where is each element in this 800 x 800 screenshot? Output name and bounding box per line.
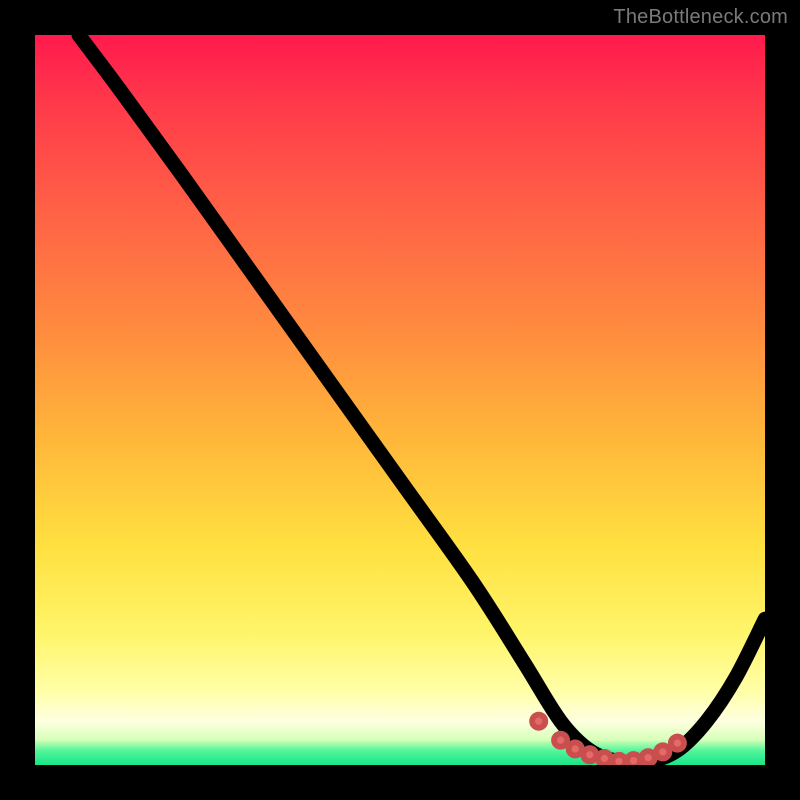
- sweet-spot-dot: [671, 737, 684, 750]
- chart-frame: TheBottleneck.com: [0, 0, 800, 800]
- chart-svg: [35, 35, 765, 765]
- sweet-spot-dot: [656, 745, 669, 758]
- bottleneck-curve: [79, 35, 765, 763]
- sweet-spot-dot: [569, 742, 582, 755]
- watermark-text: TheBottleneck.com: [613, 6, 788, 29]
- sweet-spot-dot: [612, 755, 625, 765]
- sweet-spot-dot: [642, 751, 655, 764]
- sweet-spot-dot: [532, 715, 545, 728]
- sweet-spot-dot: [583, 748, 596, 761]
- plot-area: [35, 35, 765, 765]
- sweet-spot-dot: [554, 734, 567, 747]
- sweet-spot-dot: [627, 754, 640, 765]
- sweet-spot-dot: [598, 752, 611, 765]
